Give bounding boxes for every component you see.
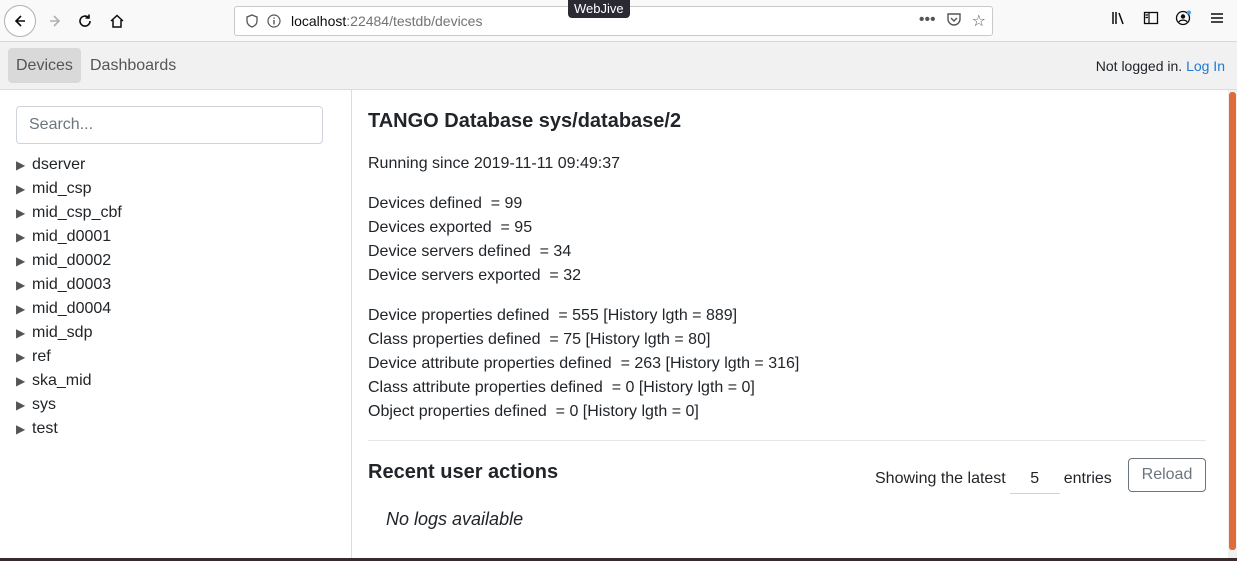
tree-item-label: mid_csp_cbf	[32, 204, 122, 221]
tree-item[interactable]: ▶ ref	[16, 345, 122, 369]
login-link[interactable]: Log In	[1186, 58, 1225, 74]
caret-right-icon[interactable]: ▶	[16, 369, 32, 393]
login-area: Not logged in. Log In	[1096, 58, 1225, 74]
tree-item-label: ska_mid	[32, 372, 92, 389]
tree-item[interactable]: ▶ mid_d0003	[16, 273, 122, 297]
caret-right-icon[interactable]: ▶	[16, 345, 32, 369]
stat-line: Device servers exported = 32	[368, 267, 581, 284]
tree-item-label: sys	[32, 396, 56, 413]
tree-item[interactable]: ▶ test	[16, 417, 122, 441]
section-divider	[368, 440, 1206, 441]
tree-item[interactable]: ▶ mid_csp_cbf	[16, 201, 122, 225]
tree-item-label: mid_d0003	[32, 276, 112, 293]
no-logs-message: No logs available	[386, 509, 524, 529]
property-line: Object properties defined = 0 [History l…	[368, 403, 699, 420]
tab-dashboards[interactable]: Dashboards	[82, 48, 184, 83]
tree-item-label: mid_csp	[32, 180, 92, 197]
tree-item-label: dserver	[32, 156, 86, 173]
stat-line: Device servers defined = 34	[368, 243, 572, 260]
tree-item-label: ref	[32, 348, 51, 365]
tab-title-tooltip: WebJive	[568, 0, 630, 18]
stat-line: Devices exported = 95	[368, 219, 533, 236]
forward-icon[interactable]	[40, 6, 70, 36]
device-tree: ▶ dserver ▶ mid_csp ▶ mid_csp_cbf ▶ mid_d000…	[16, 153, 122, 441]
tree-item-label: mid_d0001	[32, 228, 112, 245]
page-title: TANGO Database sys/database/2	[368, 110, 682, 132]
running-since: Running since 2019-11-11 09:49:37	[368, 155, 621, 172]
reload-icon[interactable]	[70, 6, 100, 36]
tab-devices[interactable]: Devices	[8, 48, 81, 83]
shield-icon[interactable]	[241, 14, 263, 28]
account-icon[interactable]	[1175, 10, 1193, 31]
bookmark-star-icon[interactable]: ☆	[972, 11, 986, 32]
url-text: localhost:22484/testdb/devices	[291, 13, 483, 29]
caret-right-icon[interactable]: ▶	[16, 153, 32, 177]
menu-icon[interactable]	[1209, 10, 1225, 31]
tree-item-label: mid_sdp	[32, 324, 93, 341]
tree-item[interactable]: ▶ sys	[16, 393, 122, 417]
tree-item[interactable]: ▶ mid_d0001	[16, 225, 122, 249]
device-sidebar: ▶dserver ▶mid_csp ▶mid_csp_cbf ▶mid_d000…	[0, 90, 352, 561]
entries-count-input[interactable]	[1009, 464, 1060, 494]
showing-suffix: entries	[1063, 470, 1112, 487]
caret-right-icon[interactable]: ▶	[16, 321, 32, 345]
sidebar-icon[interactable]	[1143, 10, 1159, 31]
pocket-icon[interactable]	[946, 11, 962, 32]
info-icon[interactable]	[263, 14, 285, 28]
browser-toolbar: localhost:22484/testdb/devices ••• ☆ Web…	[0, 0, 1237, 42]
caret-right-icon[interactable]: ▶	[16, 225, 32, 249]
property-line: Class attribute properties defined = 0 […	[368, 379, 755, 396]
showing-prefix: Showing the latest	[875, 470, 1006, 487]
tree-item-label: mid_d0004	[32, 300, 112, 317]
tree-item[interactable]: ▶ mid_csp	[16, 177, 122, 201]
showing-control: Showing the latest entries	[875, 464, 1112, 494]
login-status: Not logged in.	[1095, 58, 1183, 74]
tree-item-label: test	[32, 420, 58, 437]
caret-right-icon[interactable]: ▶	[16, 249, 32, 273]
more-icon[interactable]: •••	[919, 11, 936, 32]
reload-button[interactable]: Reload	[1128, 458, 1206, 492]
property-line: Device attribute properties defined = 26…	[368, 355, 800, 372]
tree-item-label: mid_d0002	[32, 252, 112, 269]
back-icon[interactable]	[4, 5, 36, 37]
recent-actions-title: Recent user actions	[368, 461, 559, 483]
caret-right-icon[interactable]: ▶	[16, 273, 32, 297]
tree-item[interactable]: ▶ mid_d0002	[16, 249, 122, 273]
tree-item[interactable]: ▶ mid_sdp	[16, 321, 122, 345]
caret-right-icon[interactable]: ▶	[16, 297, 32, 321]
home-icon[interactable]	[102, 6, 132, 36]
caret-right-icon[interactable]: ▶	[16, 177, 32, 201]
property-line: Device properties defined = 555 [History…	[368, 307, 738, 324]
library-icon[interactable]	[1111, 10, 1127, 31]
scrollbar-thumb[interactable]	[1229, 92, 1236, 550]
property-line: Class properties defined = 75 [History l…	[368, 331, 711, 348]
caret-right-icon[interactable]: ▶	[16, 393, 32, 417]
app-navbar: Devices Dashboards Not logged in. Log In	[0, 42, 1237, 90]
main-panel: TANGO Database sys/database/2 Running si…	[352, 90, 1228, 561]
stat-line: Devices defined = 99	[368, 195, 523, 212]
tree-item[interactable]: ▶ dserver	[16, 153, 122, 177]
tree-item[interactable]: ▶ mid_d0004	[16, 297, 122, 321]
search-input[interactable]	[16, 106, 323, 144]
tree-item[interactable]: ▶ ska_mid	[16, 369, 122, 393]
caret-right-icon[interactable]: ▶	[16, 417, 32, 441]
caret-right-icon[interactable]: ▶	[16, 201, 32, 225]
